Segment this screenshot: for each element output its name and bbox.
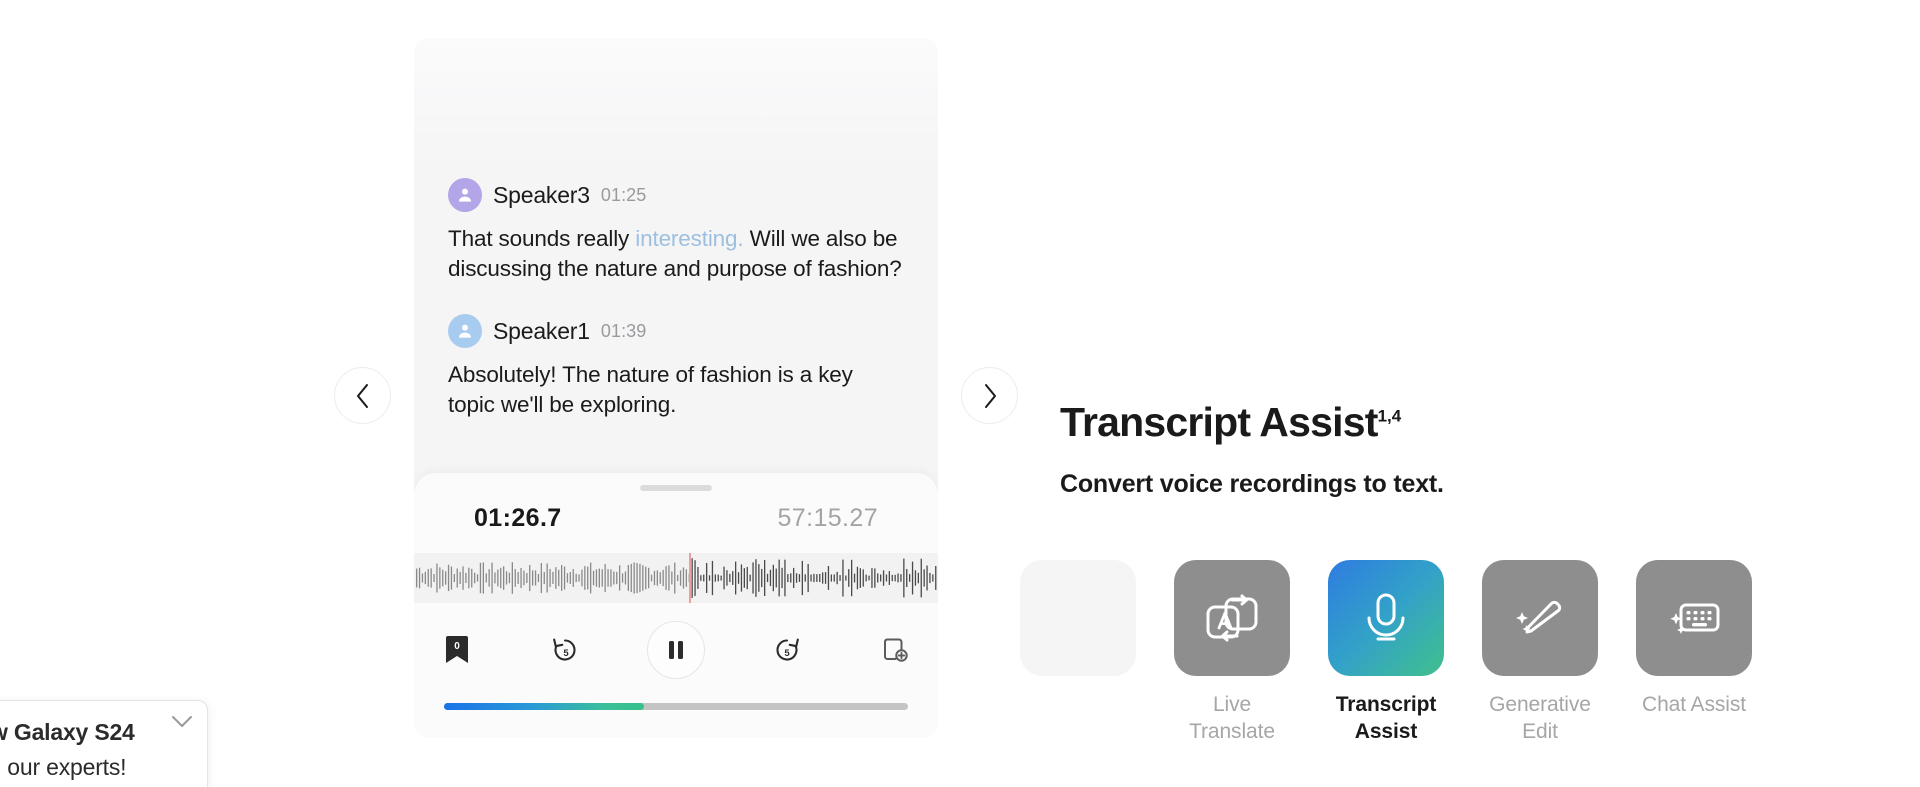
utterance-text: That sounds really interesting. Will we … — [448, 224, 904, 284]
chevron-left-icon — [356, 383, 368, 408]
bookmark-button[interactable]: 0 — [431, 624, 483, 676]
feature-info: Transcript Assist1,4 Convert voice recor… — [1060, 399, 1820, 499]
feature-tile-partial[interactable] — [1020, 560, 1136, 692]
generative-edit-icon — [1482, 560, 1598, 676]
feature-tile-label: Transcript Assist — [1335, 693, 1437, 743]
feature-tile-chat-assist[interactable]: Chat Assist — [1636, 560, 1752, 719]
transcript-list: Speaker3 01:25 That sounds really intere… — [414, 178, 938, 451]
chevron-down-icon — [172, 716, 192, 727]
playback-progress-fill — [444, 703, 644, 710]
avatar — [448, 178, 482, 212]
sheet-drag-handle[interactable] — [640, 485, 712, 491]
phone-transcript-card: Speaker3 01:25 That sounds really intere… — [414, 38, 938, 738]
add-note-button[interactable] — [869, 624, 921, 676]
transcript-utterance[interactable]: Speaker1 01:39 Absolutely! The nature of… — [448, 314, 904, 420]
utterance-timestamp: 01:39 — [600, 320, 647, 341]
rewind-seconds: 5 — [563, 648, 569, 659]
feature-tile-live-translate[interactable]: Live Translate — [1174, 560, 1290, 745]
feature-tile-label: Chat Assist — [1642, 693, 1746, 716]
chat-promo-popup[interactable]: New Galaxy S24 with our experts! — [0, 700, 208, 787]
utterance-text-highlight[interactable]: interesting. — [635, 226, 743, 251]
playhead-marker[interactable] — [689, 553, 692, 603]
feature-tile-transcript-assist[interactable]: Transcript Assist — [1328, 560, 1444, 745]
utterance-text-before: That sounds really — [448, 226, 636, 251]
forward-seconds: 5 — [784, 648, 790, 659]
popup-subline: with our experts! — [0, 754, 127, 780]
utterance-header: Speaker1 01:39 — [448, 314, 904, 349]
transcript-utterance[interactable]: Speaker3 01:25 That sounds really intere… — [448, 178, 904, 284]
bookmark-count: 0 — [454, 641, 460, 652]
avatar — [448, 314, 482, 349]
page-root: Speaker3 01:25 That sounds really intere… — [0, 0, 1920, 787]
utterance-timestamp: 01:25 — [600, 184, 647, 205]
utterance-text: Absolutely! The nature of fashion is a k… — [448, 362, 853, 418]
popup-headline: New Galaxy S24 — [0, 719, 135, 745]
audio-player-sheet: 01:26.7 57:15.27 0 5 5 — [414, 473, 938, 738]
carousel-next-button[interactable] — [961, 367, 1018, 424]
pause-icon — [669, 641, 683, 659]
partial-edge-icon — [1020, 560, 1136, 676]
feature-tile-label: Generative Edit — [1489, 693, 1591, 743]
total-time: 57:15.27 — [777, 504, 878, 532]
page-title: Transcript Assist1,4 — [1060, 399, 1820, 445]
chat-assist-icon — [1636, 560, 1752, 676]
player-times: 01:26.7 57:15.27 — [414, 504, 938, 533]
waveform[interactable] — [414, 553, 938, 603]
page-title-footnote: 1,4 — [1377, 406, 1402, 426]
live-translate-icon — [1174, 560, 1290, 676]
microphone-icon — [1328, 560, 1444, 676]
current-time: 01:26.7 — [474, 504, 562, 532]
collapse-popup-button[interactable] — [171, 715, 193, 729]
forward-5-button[interactable]: 5 — [761, 624, 813, 676]
chevron-right-icon — [984, 383, 996, 408]
feature-tile-label: Live Translate — [1189, 693, 1275, 743]
speaker-name: Speaker1 — [493, 317, 590, 344]
speaker-name: Speaker3 — [493, 181, 590, 208]
waveform-bars — [416, 558, 937, 598]
playback-progress-track[interactable] — [444, 703, 908, 710]
rewind-5-button[interactable]: 5 — [539, 624, 591, 676]
pause-button[interactable] — [647, 621, 705, 679]
card-top-fade — [414, 38, 938, 168]
feature-tile-generative-edit[interactable]: Generative Edit — [1482, 560, 1598, 745]
carousel-prev-button[interactable] — [334, 367, 391, 424]
page-title-text: Transcript Assist — [1060, 399, 1378, 445]
note-add-icon — [884, 638, 908, 662]
feature-tile-carousel: Live Translate Transcript Assist Generat… — [1020, 560, 1752, 745]
utterance-header: Speaker3 01:25 — [448, 178, 904, 212]
page-subtitle: Convert voice recordings to text. — [1060, 470, 1444, 499]
player-controls: 0 5 5 — [414, 621, 938, 679]
